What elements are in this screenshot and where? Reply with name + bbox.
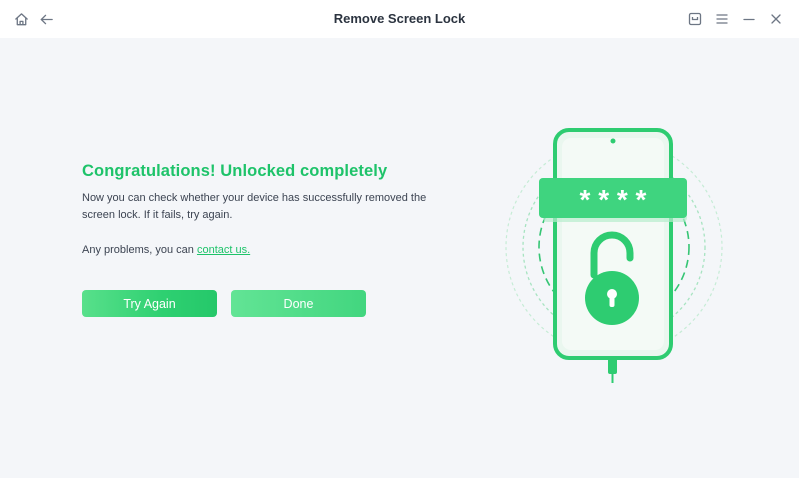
- success-headline: Congratulations! Unlocked completely: [82, 162, 388, 180]
- help-prefix: Any problems, you can: [82, 244, 197, 256]
- minimize-icon[interactable]: [740, 10, 758, 28]
- title-bar: Remove Screen Lock: [0, 0, 799, 38]
- result-description: Now you can check whether your device ha…: [82, 192, 427, 221]
- contact-us-link[interactable]: contact us.: [197, 244, 250, 256]
- window-title: Remove Screen Lock: [333, 11, 466, 26]
- try-again-button[interactable]: Try Again: [82, 290, 217, 317]
- help-text: Any problems, you can contact us.: [82, 244, 250, 256]
- result-panel: Congratulations! Unlocked completely Now…: [82, 162, 462, 224]
- done-button[interactable]: Done: [231, 290, 366, 317]
- back-arrow-icon[interactable]: [37, 10, 55, 28]
- phone-cable: [608, 358, 617, 374]
- app-window: Remove Screen Lock Congratulations! Unlo…: [0, 0, 799, 478]
- close-icon[interactable]: [767, 10, 785, 28]
- menu-icon[interactable]: [713, 10, 731, 28]
- phone-camera: [610, 138, 616, 144]
- feedback-icon[interactable]: [686, 10, 704, 28]
- password-mask: * * * *: [580, 184, 647, 215]
- unlocked-phone-illustration: * * * *: [500, 125, 730, 390]
- home-icon[interactable]: [12, 10, 30, 28]
